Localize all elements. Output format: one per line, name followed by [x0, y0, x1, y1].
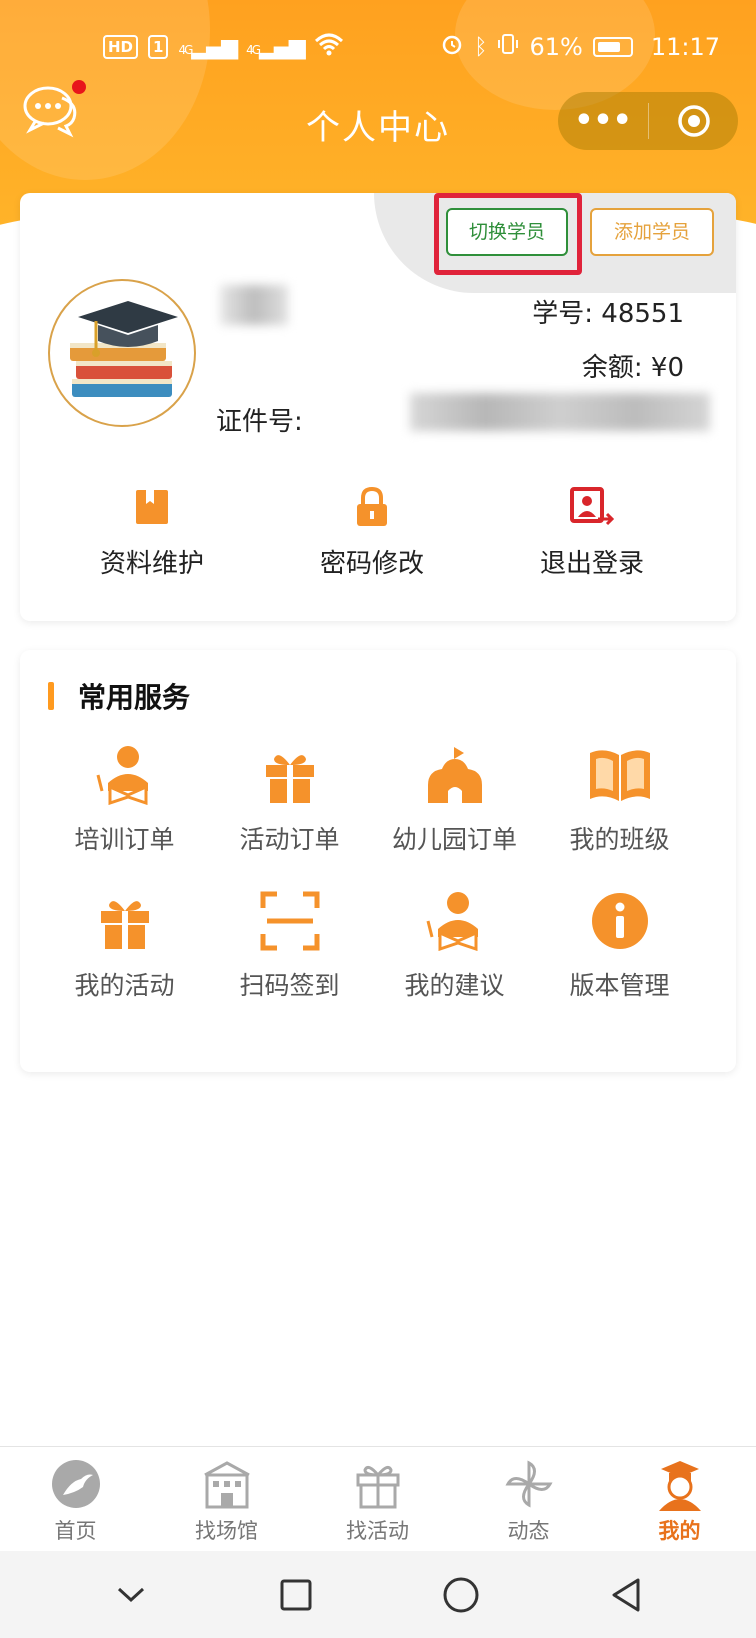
service-kindergarten-orders[interactable]: 幼儿园订单 [372, 740, 537, 856]
mini-program-capsule: ••• [558, 92, 738, 150]
service-label: 活动订单 [239, 825, 340, 854]
signal-icon: 4G▂▄▆ [246, 34, 306, 60]
tab-label: 我的 [658, 1519, 701, 1543]
service-my-activities[interactable]: 我的活动 [42, 886, 207, 1002]
avatar[interactable] [48, 279, 196, 427]
service-version-management[interactable]: 版本管理 [537, 886, 702, 1002]
back-triangle-icon[interactable] [596, 1565, 656, 1625]
service-training-orders[interactable]: 培训订单 [42, 740, 207, 856]
logout-icon [570, 483, 614, 531]
service-label: 扫码签到 [239, 971, 340, 1000]
service-my-suggestions[interactable]: 我的建议 [372, 886, 537, 1002]
student-reading-icon [89, 740, 161, 810]
recent-apps-icon[interactable] [266, 1565, 326, 1625]
service-scan-checkin[interactable]: 扫码签到 [207, 886, 372, 1002]
service-label: 我的活动 [74, 971, 175, 1000]
pinwheel-icon [502, 1457, 556, 1511]
service-label: 培训订单 [74, 825, 175, 854]
tab-mine[interactable]: 我的 [604, 1447, 755, 1551]
profile-maintenance-label: 资料维护 [99, 549, 204, 579]
home-logo-icon [49, 1457, 103, 1511]
logout-button[interactable]: 退出登录 [482, 483, 702, 593]
services-grid: 培训订单 活动订单 幼儿园订单 我的班级 我的活动 扫码签到 我的建议 版本管理 [42, 740, 702, 1002]
tab-label: 动态 [507, 1519, 550, 1543]
chevron-down-icon[interactable] [101, 1565, 161, 1625]
info-icon [584, 886, 656, 956]
tab-label: 找场馆 [195, 1519, 258, 1543]
target-circle-icon[interactable] [649, 103, 738, 139]
student-name-redacted [220, 285, 288, 325]
school-house-icon [419, 740, 491, 810]
change-password-label: 密码修改 [319, 549, 424, 579]
open-book-icon [584, 740, 656, 810]
add-student-button[interactable]: 添加学员 [590, 208, 714, 256]
student-number: 学号: 48551 [532, 299, 684, 329]
section-marker [48, 682, 54, 710]
scan-frame-icon [254, 886, 326, 956]
tab-venues[interactable]: 找场馆 [151, 1447, 302, 1551]
home-circle-icon[interactable] [431, 1565, 491, 1625]
change-password-button[interactable]: 密码修改 [262, 483, 482, 593]
user-cap-icon [653, 1457, 707, 1511]
service-my-class[interactable]: 我的班级 [537, 740, 702, 856]
more-dots-icon[interactable]: ••• [558, 92, 648, 150]
battery-percent: 61% [529, 33, 583, 61]
services-title: 常用服务 [78, 681, 191, 714]
id-number-redacted [410, 393, 710, 431]
battery-icon [592, 37, 633, 57]
tab-home[interactable]: 首页 [0, 1447, 151, 1551]
profile-card: 切换学员 添加学员 学号: 48551 余额: ¥0 证件号: 资料维护 密码修… [20, 193, 736, 621]
unread-dot [72, 80, 86, 94]
bookmark-folder-icon [134, 483, 170, 531]
signal-icon: 4G▂▄▆ [178, 34, 238, 60]
wifi-icon [314, 32, 344, 62]
tab-feed[interactable]: 动态 [453, 1447, 604, 1551]
tab-label: 首页 [54, 1519, 97, 1543]
logout-label: 退出登录 [539, 549, 644, 579]
lock-icon [355, 483, 389, 531]
status-bar: HD 1 4G▂▄▆ 4G▂▄▆ ᛒ 61% 11:17 [0, 28, 756, 68]
highlight-box [434, 193, 582, 275]
service-label: 版本管理 [569, 971, 670, 1000]
gift-icon [89, 886, 161, 956]
hd-badge: HD [103, 35, 139, 59]
bluetooth-icon: ᛒ [474, 34, 488, 60]
bottom-tab-bar: 首页 找场馆 找活动 动态 我的 [0, 1446, 756, 1551]
service-label: 我的班级 [569, 825, 670, 854]
service-label: 幼儿园订单 [391, 825, 517, 854]
alarm-icon [440, 32, 464, 62]
service-activity-orders[interactable]: 活动订单 [207, 740, 372, 856]
gift-icon [254, 740, 326, 810]
building-icon [200, 1457, 254, 1511]
system-navigation-bar [0, 1551, 756, 1638]
vibrate-icon [497, 32, 519, 62]
status-time: 11:17 [650, 33, 720, 61]
gift-icon [351, 1457, 405, 1511]
tab-activities[interactable]: 找活动 [302, 1447, 453, 1551]
profile-maintenance-button[interactable]: 资料维护 [42, 483, 262, 593]
balance: 余额: ¥0 [581, 353, 684, 383]
tab-label: 找活动 [346, 1519, 409, 1543]
services-card: 常用服务 培训订单 活动订单 幼儿园订单 我的班级 我的活动 扫码签到 我的建议… [20, 650, 736, 1072]
profile-actions: 资料维护 密码修改 退出登录 [20, 483, 736, 593]
sim-badge: 1 [148, 35, 169, 59]
service-label: 我的建议 [404, 971, 505, 1000]
id-number-label: 证件号: [216, 407, 303, 437]
student-reading-icon [419, 886, 491, 956]
